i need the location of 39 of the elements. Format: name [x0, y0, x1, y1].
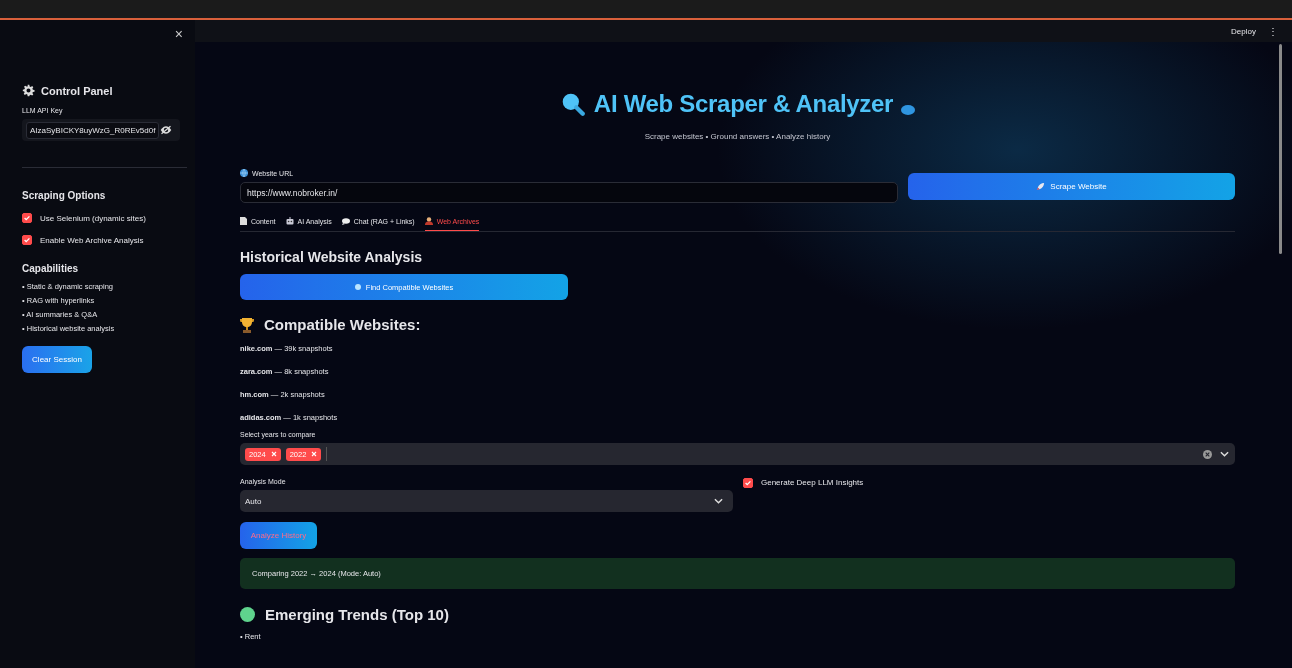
clear-icon[interactable]: [1203, 449, 1212, 459]
section-heading: Scraping Options: [22, 190, 107, 201]
section-heading: Compatible Websites:: [264, 316, 421, 333]
section-title: Historical Website Analysis: [240, 249, 424, 265]
api-key-field[interactable]: AIzaSyBICKY8uyWzG_R0REv5d0f: [22, 119, 180, 141]
document-icon: [240, 217, 247, 225]
analysis-mode-select[interactable]: Auto: [240, 490, 733, 512]
trophy-icon: [240, 316, 254, 333]
sidebar-title: Control Panel: [41, 84, 113, 97]
checkbox[interactable]: [743, 478, 753, 488]
close-button[interactable]: ×: [170, 26, 187, 42]
scrape-website-button[interactable]: Scrape Website: [908, 173, 1235, 200]
person-icon: [424, 217, 433, 225]
blob-icon: [901, 105, 916, 115]
deploy-button[interactable]: Deploy: [1231, 26, 1256, 36]
section-heading: Capabilities: [22, 263, 80, 274]
url-field[interactable]: https://www.nobroker.in/: [240, 182, 898, 203]
menu-button[interactable]: ⋮: [1268, 25, 1278, 37]
checkbox[interactable]: [22, 213, 32, 223]
checkbox-label: Generate Deep LLM Insights: [761, 478, 864, 487]
globe-icon: [240, 169, 248, 177]
checkbox[interactable]: [22, 235, 32, 245]
app-subtitle: Scrape websites • Ground answers • Analyze history: [643, 132, 832, 141]
checkbox-label: Use Selenium (dynamic sites): [40, 213, 146, 223]
eye-slash-icon[interactable]: [160, 125, 172, 135]
robot-icon: [285, 217, 294, 225]
dot-icon: [354, 284, 361, 290]
section-heading: Emerging Trends (Top 10): [265, 606, 449, 623]
remove-icon[interactable]: [270, 451, 277, 457]
chevron-down-icon[interactable]: [1220, 451, 1229, 457]
scrollbar-thumb[interactable]: [1279, 44, 1282, 254]
remove-icon[interactable]: [311, 451, 318, 457]
clear-session-button[interactable]: Clear Session: [22, 346, 92, 373]
checkbox-label: Enable Web Archive Analysis: [40, 235, 144, 245]
gear-icon: [22, 84, 35, 97]
app-title: AI Web Scraper & Analyzer: [593, 90, 894, 118]
circle-icon: [240, 607, 255, 622]
chevron-down-icon: [714, 498, 723, 504]
speech-bubble-icon: [341, 217, 350, 225]
